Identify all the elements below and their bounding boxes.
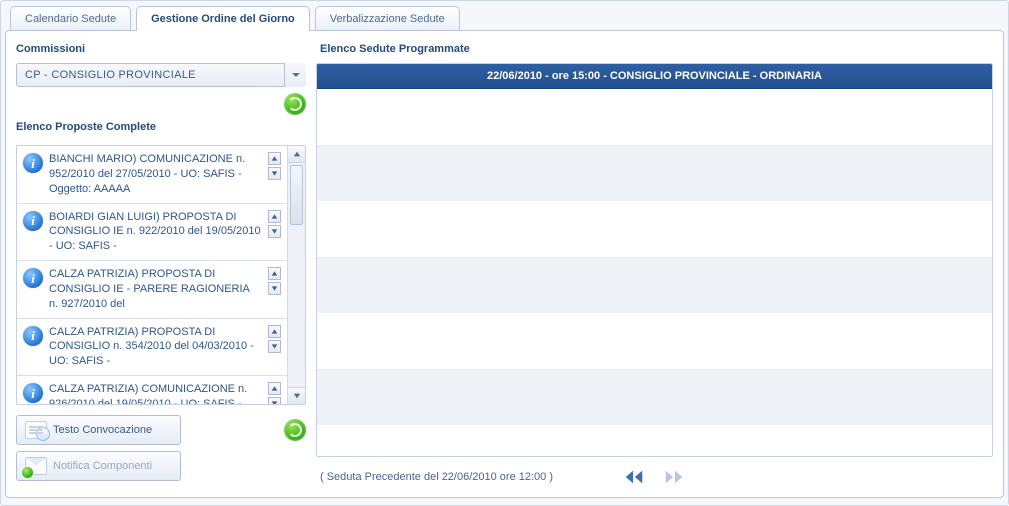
reorder-arrows xyxy=(267,382,281,404)
scrollbar[interactable] xyxy=(287,146,305,404)
table-row[interactable] xyxy=(317,89,992,145)
table-row[interactable] xyxy=(317,313,992,369)
list-item[interactable]: i BOIARDI GIAN LUIGI) PROPOSTA DI CONSIG… xyxy=(17,204,287,262)
sedute-body xyxy=(317,89,992,456)
refresh-commissioni-button[interactable] xyxy=(284,93,306,115)
move-down-button[interactable] xyxy=(268,167,281,180)
commissioni-label: Commissioni xyxy=(16,43,306,55)
app-root: Calendario Sedute Gestione Ordine del Gi… xyxy=(0,0,1009,506)
tab-gestione-odg[interactable]: Gestione Ordine del Giorno xyxy=(136,6,310,31)
info-icon: i xyxy=(23,153,43,173)
info-icon: i xyxy=(23,268,43,288)
info-icon: i xyxy=(23,383,43,403)
tab-panel: Commissioni CP - CONSIGLIO PROVINCIALE E… xyxy=(5,30,1004,498)
list-item[interactable]: i CALZA PATRIZIA) COMUNICAZIONE n. 926/2… xyxy=(17,376,287,404)
left-column: Commissioni CP - CONSIGLIO PROVINCIALE E… xyxy=(16,39,306,487)
footer-bar: ( Seduta Precedente del 22/06/2010 ore 1… xyxy=(316,467,993,487)
move-up-button[interactable] xyxy=(268,210,281,223)
list-item-text: CALZA PATRIZIA) PROPOSTA DI CONSIGLIO IE… xyxy=(49,267,261,312)
table-row[interactable] xyxy=(317,201,992,257)
prev-seduta-label: ( Seduta Precedente del 22/06/2010 ore 1… xyxy=(320,471,553,483)
tab-verbalizzazione[interactable]: Verbalizzazione Sedute xyxy=(315,6,460,31)
button-label: Testo Convocazione xyxy=(53,424,152,436)
move-up-button[interactable] xyxy=(268,325,281,338)
table-row[interactable] xyxy=(317,257,992,313)
sedute-title: Elenco Sedute Programmate xyxy=(320,43,993,55)
list-item[interactable]: i BIANCHI MARIO) COMUNICAZIONE n. 952/20… xyxy=(17,146,287,204)
commissione-select[interactable]: CP - CONSIGLIO PROVINCIALE xyxy=(16,63,306,87)
refresh-proposte-button[interactable] xyxy=(284,419,306,441)
scroll-down-button[interactable] xyxy=(288,387,305,404)
table-row[interactable] xyxy=(317,145,992,201)
reorder-arrows xyxy=(267,267,281,295)
tab-bar: Calendario Sedute Gestione Ordine del Gi… xyxy=(5,5,1004,30)
table-row[interactable] xyxy=(317,369,992,425)
list-item[interactable]: i CALZA PATRIZIA) PROPOSTA DI CONSIGLIO … xyxy=(17,319,287,377)
commissione-selected-value: CP - CONSIGLIO PROVINCIALE xyxy=(16,63,306,87)
reorder-arrows xyxy=(267,210,281,238)
document-search-icon xyxy=(25,421,47,439)
list-item[interactable]: i CALZA PATRIZIA) PROPOSTA DI CONSIGLIO … xyxy=(17,261,287,319)
tab-calendario[interactable]: Calendario Sedute xyxy=(10,6,131,31)
move-up-button[interactable] xyxy=(268,267,281,280)
list-item-text: CALZA PATRIZIA) COMUNICAZIONE n. 926/201… xyxy=(49,382,261,404)
next-seduta-button[interactable] xyxy=(661,467,687,487)
info-icon: i xyxy=(23,326,43,346)
move-down-button[interactable] xyxy=(268,225,281,238)
chevron-down-icon xyxy=(284,63,306,87)
info-icon: i xyxy=(23,211,43,231)
scroll-up-button[interactable] xyxy=(288,146,305,163)
proposte-list: i BIANCHI MARIO) COMUNICAZIONE n. 952/20… xyxy=(16,145,306,405)
prev-seduta-button[interactable] xyxy=(621,467,647,487)
notifica-componenti-button[interactable]: Notifica Componenti xyxy=(16,451,181,481)
list-item-text: BOIARDI GIAN LUIGI) PROPOSTA DI CONSIGLI… xyxy=(49,210,261,255)
scroll-track[interactable] xyxy=(288,163,305,387)
move-up-button[interactable] xyxy=(268,152,281,165)
list-item-text: BIANCHI MARIO) COMUNICAZIONE n. 952/2010… xyxy=(49,152,261,197)
button-label: Notifica Componenti xyxy=(53,460,152,472)
right-column: Elenco Sedute Programmate 22/06/2010 - o… xyxy=(316,39,993,487)
scroll-thumb[interactable] xyxy=(290,165,303,225)
proposte-label: Elenco Proposte Complete xyxy=(16,121,306,133)
move-down-button[interactable] xyxy=(268,397,281,404)
reorder-arrows xyxy=(267,325,281,353)
seduta-header[interactable]: 22/06/2010 - ore 15:00 - CONSIGLIO PROVI… xyxy=(317,64,992,89)
testo-convocazione-button[interactable]: Testo Convocazione xyxy=(16,415,181,445)
list-item-text: CALZA PATRIZIA) PROPOSTA DI CONSIGLIO n.… xyxy=(49,325,261,370)
move-up-button[interactable] xyxy=(268,382,281,395)
move-down-button[interactable] xyxy=(268,282,281,295)
sedute-table: 22/06/2010 - ore 15:00 - CONSIGLIO PROVI… xyxy=(316,63,993,457)
mail-send-icon xyxy=(25,457,47,475)
proposte-list-body: i BIANCHI MARIO) COMUNICAZIONE n. 952/20… xyxy=(17,146,287,404)
reorder-arrows xyxy=(267,152,281,180)
move-down-button[interactable] xyxy=(268,340,281,353)
